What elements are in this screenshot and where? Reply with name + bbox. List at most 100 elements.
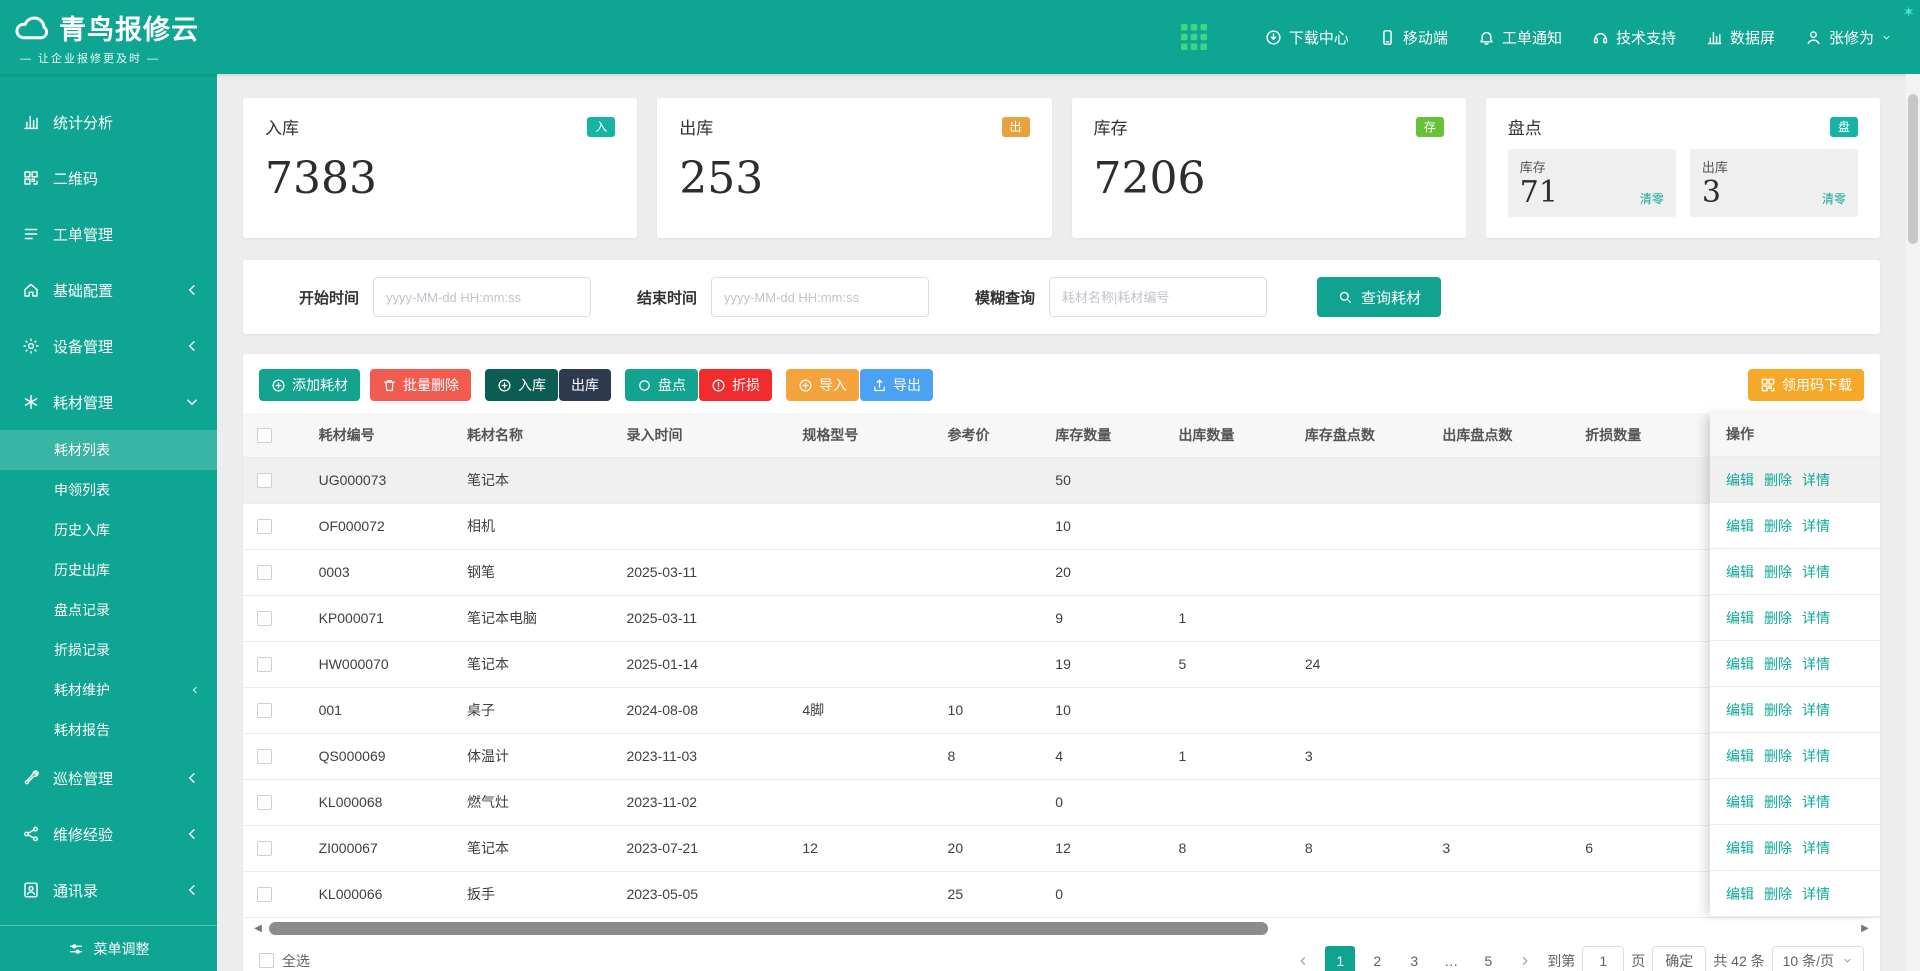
sidebar-item-workorder-mgmt[interactable]: 工单管理: [0, 206, 217, 262]
sidebar-item-consumable-list[interactable]: 耗材列表: [0, 430, 217, 470]
sidebar-item-history-outbound[interactable]: 历史出库: [0, 550, 217, 590]
action-delete-link[interactable]: 删除: [1764, 700, 1792, 720]
outbound-button[interactable]: 出库: [559, 369, 611, 401]
select-all-footer-checkbox[interactable]: [259, 953, 274, 968]
page-button-3[interactable]: 3: [1399, 946, 1429, 971]
sidebar-item-stats-analysis[interactable]: 统计分析: [0, 94, 217, 150]
action-edit-link[interactable]: 编辑: [1726, 838, 1754, 858]
nav-data-screen[interactable]: 数据屏: [1706, 27, 1775, 48]
select-all-checkbox[interactable]: [257, 428, 272, 443]
row-checkbox[interactable]: [257, 565, 272, 580]
action-edit-link[interactable]: 编辑: [1726, 470, 1754, 490]
action-detail-link[interactable]: 详情: [1802, 516, 1830, 536]
table-row[interactable]: UG000073笔记本50张修为电: [243, 457, 1880, 503]
action-delete-link[interactable]: 删除: [1764, 746, 1792, 766]
nav-user[interactable]: 张修为: [1805, 27, 1892, 48]
page-size-select[interactable]: 10 条/页: [1772, 946, 1864, 971]
sidebar-item-consumable-report[interactable]: 耗材报告: [0, 710, 217, 750]
import-button[interactable]: 导入: [786, 369, 859, 401]
action-edit-link[interactable]: 编辑: [1726, 700, 1754, 720]
scroll-right-arrow-icon[interactable]: ▶: [1858, 923, 1872, 934]
nav-workorder-notice[interactable]: 工单通知: [1478, 27, 1562, 48]
sidebar-item-qrcode[interactable]: 二维码: [0, 150, 217, 206]
sidebar-item-history-inbound[interactable]: 历史入库: [0, 510, 217, 550]
add-consumable-button[interactable]: 添加耗材: [259, 369, 360, 401]
inbound-button[interactable]: 入库: [485, 369, 558, 401]
row-checkbox[interactable]: [257, 749, 272, 764]
table-row[interactable]: KL000068燃气灶2023-11-020张贵红厨: [243, 779, 1880, 825]
export-button[interactable]: 导出: [860, 369, 933, 401]
action-delete-link[interactable]: 删除: [1764, 516, 1792, 536]
clear-to-zero-link[interactable]: 清零: [1640, 190, 1664, 211]
page-button-1[interactable]: 1: [1325, 946, 1355, 971]
sidebar-item-damage-records[interactable]: 折损记录: [0, 630, 217, 670]
table-row[interactable]: 0003钢笔2025-03-1120张修为办: [243, 549, 1880, 595]
table-row[interactable]: KP000071笔记本电脑2025-03-1191张修为办: [243, 595, 1880, 641]
row-checkbox[interactable]: [257, 887, 272, 902]
row-checkbox[interactable]: [257, 473, 272, 488]
action-detail-link[interactable]: 详情: [1802, 838, 1830, 858]
row-checkbox[interactable]: [257, 703, 272, 718]
table-row[interactable]: KL000066扳手2023-05-05250张修为维: [243, 871, 1880, 917]
vertical-scrollbar[interactable]: [1906, 74, 1920, 971]
scrollbar-thumb[interactable]: [269, 922, 1268, 935]
sidebar-item-inventory-records[interactable]: 盘点记录: [0, 590, 217, 630]
action-delete-link[interactable]: 删除: [1764, 608, 1792, 628]
action-delete-link[interactable]: 删除: [1764, 470, 1792, 490]
action-delete-link[interactable]: 删除: [1764, 654, 1792, 674]
row-checkbox[interactable]: [257, 657, 272, 672]
sidebar-item-consumable-maintain[interactable]: 耗材维护: [0, 670, 217, 710]
sidebar-item-apply-list[interactable]: 申领列表: [0, 470, 217, 510]
action-detail-link[interactable]: 详情: [1802, 884, 1830, 904]
action-delete-link[interactable]: 删除: [1764, 792, 1792, 812]
action-detail-link[interactable]: 详情: [1802, 792, 1830, 812]
action-detail-link[interactable]: 详情: [1802, 746, 1830, 766]
action-delete-link[interactable]: 删除: [1764, 884, 1792, 904]
next-page-button[interactable]: [1510, 946, 1540, 971]
scrollbar-track[interactable]: [269, 922, 1854, 935]
inventory-check-button[interactable]: 盘点: [625, 369, 698, 401]
action-detail-link[interactable]: 详情: [1802, 608, 1830, 628]
nav-mobile[interactable]: 移动端: [1379, 27, 1448, 48]
filter-input-fuzzy-query[interactable]: [1049, 277, 1267, 317]
row-checkbox[interactable]: [257, 519, 272, 534]
clear-to-zero-link[interactable]: 清零: [1822, 190, 1846, 211]
action-detail-link[interactable]: 详情: [1802, 470, 1830, 490]
action-edit-link[interactable]: 编辑: [1726, 516, 1754, 536]
page-button-2[interactable]: 2: [1362, 946, 1392, 971]
table-row[interactable]: 001桌子2024-08-084脚1010张修为办: [243, 687, 1880, 733]
batch-delete-button[interactable]: 批量删除: [370, 369, 471, 401]
table-row[interactable]: QS000069体温计2023-11-038413张贵红医: [243, 733, 1880, 779]
horizontal-scrollbar[interactable]: ◀ ▶: [251, 920, 1872, 938]
filter-input-end-time[interactable]: [711, 277, 929, 317]
prev-page-button[interactable]: [1288, 946, 1318, 971]
action-detail-link[interactable]: 详情: [1802, 700, 1830, 720]
nav-tech-support[interactable]: 技术支持: [1592, 27, 1676, 48]
goto-page-input[interactable]: [1582, 946, 1624, 971]
sidebar-item-base-config[interactable]: 基础配置: [0, 262, 217, 318]
action-edit-link[interactable]: 编辑: [1726, 654, 1754, 674]
nav-download-center[interactable]: 下载中心: [1265, 27, 1349, 48]
row-checkbox[interactable]: [257, 795, 272, 810]
action-delete-link[interactable]: 删除: [1764, 838, 1792, 858]
goto-confirm-button[interactable]: 确定: [1652, 946, 1706, 971]
sidebar-item-inspection-mgmt[interactable]: 巡检管理: [0, 750, 217, 806]
row-checkbox[interactable]: [257, 841, 272, 856]
action-edit-link[interactable]: 编辑: [1726, 562, 1754, 582]
scroll-left-arrow-icon[interactable]: ◀: [251, 923, 265, 934]
table-row[interactable]: HW000070笔记本2025-01-1419524张修为办: [243, 641, 1880, 687]
sidebar-item-repair-experience[interactable]: 维修经验: [0, 806, 217, 862]
action-detail-link[interactable]: 详情: [1802, 562, 1830, 582]
sidebar-item-contacts[interactable]: 通讯录: [0, 862, 217, 918]
vertical-scrollbar-thumb[interactable]: [1908, 94, 1918, 244]
menu-adjust-button[interactable]: 菜单调整: [0, 925, 217, 971]
page-button-5[interactable]: 5: [1473, 946, 1503, 971]
action-edit-link[interactable]: 编辑: [1726, 608, 1754, 628]
sidebar-item-consumable-mgmt[interactable]: 耗材管理: [0, 374, 217, 430]
apps-grid-icon[interactable]: [1181, 24, 1207, 50]
sidebar-item-device-mgmt[interactable]: 设备管理: [0, 318, 217, 374]
action-delete-link[interactable]: 删除: [1764, 562, 1792, 582]
collect-code-download-button[interactable]: 领用码下载: [1748, 369, 1864, 401]
action-detail-link[interactable]: 详情: [1802, 654, 1830, 674]
action-edit-link[interactable]: 编辑: [1726, 884, 1754, 904]
